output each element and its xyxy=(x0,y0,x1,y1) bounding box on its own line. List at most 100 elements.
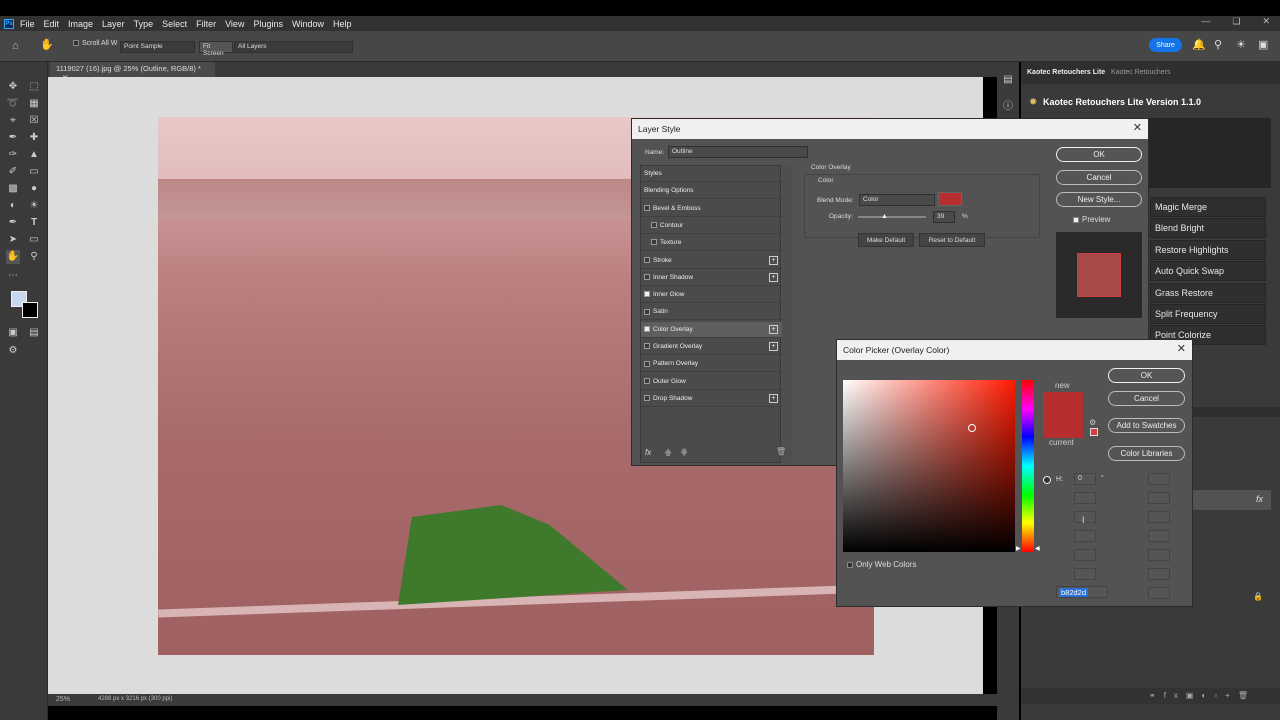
menu-select[interactable]: Select xyxy=(162,19,187,29)
eraser-icon[interactable]: ▭ xyxy=(27,165,41,179)
tab-kaotec-lite[interactable]: Kaotec Retouchers Lite xyxy=(1027,69,1105,76)
clone-stamp-icon[interactable]: ▲ xyxy=(27,148,41,162)
type-tool-icon[interactable]: T xyxy=(27,216,41,230)
document-tab[interactable]: 1119027 (16).jpg @ 25% (Outline, RGB/8) … xyxy=(50,62,215,82)
saturation-brightness-field[interactable] xyxy=(843,380,1015,552)
move-tool-icon[interactable]: ✥ xyxy=(6,80,20,94)
cancel-button[interactable]: Cancel xyxy=(1056,170,1142,185)
restore-icon[interactable]: ❏ xyxy=(1232,16,1240,27)
hex-input[interactable]: b82d2d xyxy=(1056,586,1108,598)
styles-scrollbar[interactable] xyxy=(782,165,792,463)
cube-warning-icon[interactable]: ⚙ xyxy=(1089,418,1096,427)
style-item-styles[interactable]: Styles xyxy=(641,166,782,182)
pen-tool-icon[interactable]: ✒ xyxy=(6,216,20,230)
panels-icon[interactable]: ▣ xyxy=(1258,38,1268,51)
move-up-icon[interactable]: 🡅 xyxy=(664,447,672,461)
info-panel-icon[interactable]: ⓘ xyxy=(1001,100,1015,114)
marquee-tool-icon[interactable]: ⬚ xyxy=(27,80,41,94)
magenta-input[interactable] xyxy=(1148,549,1170,561)
trash-icon[interactable]: 🗑 xyxy=(776,447,786,456)
zoom-level[interactable]: 25% xyxy=(56,696,70,703)
more-tools-icon[interactable]: ⋯ xyxy=(6,269,20,283)
style-checkbox[interactable] xyxy=(644,377,650,384)
hue-slider[interactable] xyxy=(1022,380,1034,552)
lock-icon[interactable]: 🔒 xyxy=(1253,592,1263,601)
menu-edit[interactable]: Edit xyxy=(44,19,60,29)
all-layers-dropdown[interactable]: All Layers xyxy=(234,41,353,53)
hue-slider-right-arrow[interactable]: ◀ xyxy=(1035,545,1040,552)
fx-icon[interactable]: fx xyxy=(645,448,651,457)
cyan-input[interactable] xyxy=(1148,530,1170,542)
web-safe-swatch[interactable] xyxy=(1090,428,1098,436)
preview-checkbox[interactable]: Preview xyxy=(1073,215,1110,224)
style-checkbox[interactable] xyxy=(644,256,650,263)
style-item-pattern-overlay[interactable]: Pattern Overlay xyxy=(641,356,782,373)
smudge-tool-icon[interactable]: ☀ xyxy=(27,199,41,213)
black-input[interactable] xyxy=(1148,587,1170,599)
crop-tool-icon[interactable]: ⌖ xyxy=(6,114,20,128)
opacity-slider[interactable] xyxy=(858,216,926,218)
auto-quick-swap-button[interactable]: Auto Quick Swap xyxy=(1150,261,1266,281)
menu-help[interactable]: Help xyxy=(333,19,352,29)
style-checkbox[interactable] xyxy=(644,274,650,281)
close-icon[interactable]: ✕ xyxy=(1262,16,1270,27)
path-select-icon[interactable]: ➤ xyxy=(6,233,20,247)
zoom-tool-icon[interactable]: ⚲ xyxy=(27,250,41,264)
green-input[interactable] xyxy=(1074,549,1096,561)
move-down-icon[interactable]: 🡇 xyxy=(680,447,688,461)
close-icon[interactable]: ✕ xyxy=(1133,121,1142,134)
style-item-contour[interactable]: Contour xyxy=(641,218,782,234)
saturation-input[interactable] xyxy=(1074,492,1096,504)
only-web-colors-checkbox[interactable]: Only Web Colors xyxy=(847,560,916,569)
style-checkbox[interactable] xyxy=(644,325,650,332)
gradient-tool-icon[interactable]: ▩ xyxy=(6,182,20,196)
make-default-button[interactable]: Make Default xyxy=(858,233,914,247)
add-style-icon[interactable]: + xyxy=(769,272,778,282)
style-item-blending-options[interactable]: Blending Options xyxy=(641,183,782,200)
quick-mask-icon[interactable]: ▣ xyxy=(6,326,20,340)
style-checkbox[interactable] xyxy=(644,291,650,298)
style-checkbox[interactable] xyxy=(644,395,650,402)
menu-view[interactable]: View xyxy=(225,19,244,29)
opacity-slider-thumb[interactable]: ▲ xyxy=(881,213,888,220)
menu-filter[interactable]: Filter xyxy=(196,19,216,29)
ok-button[interactable]: OK xyxy=(1108,368,1185,383)
add-style-icon[interactable]: + xyxy=(769,324,778,334)
style-checkbox[interactable] xyxy=(644,360,650,367)
extras-icon[interactable]: ⚙ xyxy=(6,344,20,358)
hue-input[interactable]: 0 xyxy=(1074,473,1096,485)
layer-fx-icon[interactable]: fx xyxy=(1256,494,1263,504)
style-item-inner-glow[interactable]: Inner Glow xyxy=(641,287,782,304)
brush-tool-icon[interactable]: ✑ xyxy=(6,148,20,162)
menu-window[interactable]: Window xyxy=(292,19,324,29)
sample-dropdown[interactable]: Point Sample xyxy=(120,41,195,53)
tab-kaotec[interactable]: Kaotec Retouchers xyxy=(1111,69,1171,76)
hand-tool-icon[interactable]: ✋ xyxy=(40,38,54,51)
rectangle-tool-icon[interactable]: ▭ xyxy=(27,233,41,247)
style-item-bevel-emboss[interactable]: Bevel & Emboss xyxy=(641,201,782,217)
share-button[interactable]: Share xyxy=(1149,38,1182,52)
style-item-color-overlay[interactable]: Color Overlay + xyxy=(641,321,782,338)
style-checkbox[interactable] xyxy=(651,239,657,246)
lab-b-input[interactable] xyxy=(1148,511,1170,523)
cancel-button[interactable]: Cancel xyxy=(1108,391,1185,406)
background-color-swatch[interactable] xyxy=(22,302,38,318)
ok-button[interactable]: OK xyxy=(1056,147,1142,162)
menu-file[interactable]: File xyxy=(20,19,35,29)
style-checkbox[interactable] xyxy=(644,204,650,211)
history-panel-icon[interactable]: ▤ xyxy=(1001,73,1015,87)
lab-l-input[interactable] xyxy=(1148,473,1170,485)
add-style-icon[interactable]: + xyxy=(769,393,778,403)
eyedropper-icon[interactable]: ✒ xyxy=(6,131,20,145)
blend-mode-dropdown[interactable]: Color xyxy=(859,194,935,206)
add-to-swatches-button[interactable]: Add to Swatches xyxy=(1108,418,1185,433)
yellow-input[interactable] xyxy=(1148,568,1170,580)
lab-a-input[interactable] xyxy=(1148,492,1170,504)
new-style-button[interactable]: New Style... xyxy=(1056,192,1142,207)
style-checkbox[interactable] xyxy=(644,343,650,350)
style-item-inner-shadow[interactable]: Inner Shadow + xyxy=(641,270,782,286)
menu-layer[interactable]: Layer xyxy=(102,19,125,29)
layers-footer-icons[interactable]: ⚭fx▣◐▫+🗑 xyxy=(1021,688,1280,704)
fit-screen-button[interactable]: Fit Screen xyxy=(199,41,233,57)
menu-type[interactable]: Type xyxy=(134,19,154,29)
